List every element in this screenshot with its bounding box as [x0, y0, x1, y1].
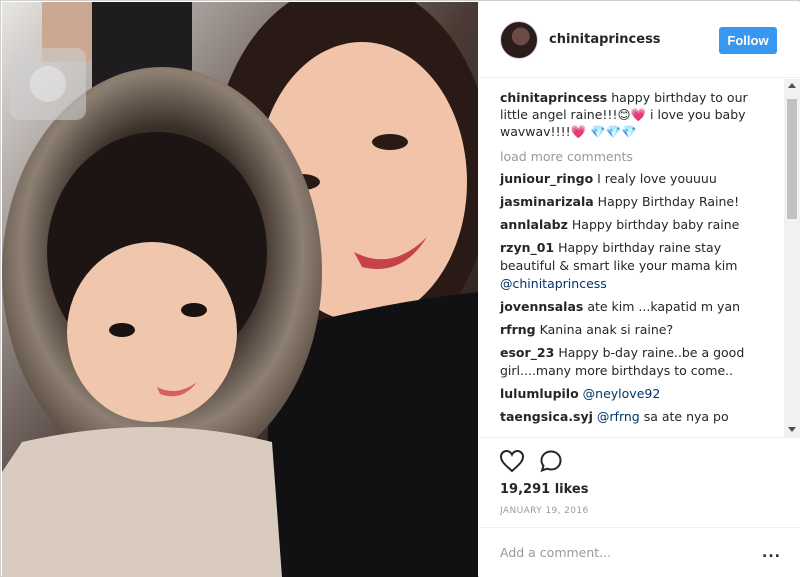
- post-header: chinitaprincess Follow: [479, 2, 800, 78]
- load-more-comments[interactable]: load more comments: [500, 149, 784, 165]
- caption-username[interactable]: chinitaprincess: [500, 90, 607, 105]
- comment-item: jasminarizala Happy Birthday Raine!: [500, 193, 770, 211]
- header-username[interactable]: chinitaprincess: [549, 32, 661, 47]
- comments-list[interactable]: chinitaprincess happy birthday to our li…: [479, 79, 784, 437]
- comment-text: Kanina anak si raine?: [539, 322, 674, 337]
- comment-mention[interactable]: @neylove92: [583, 386, 661, 401]
- avatar[interactable]: [500, 21, 538, 59]
- comment-username[interactable]: esor_23: [500, 345, 554, 360]
- comment-username[interactable]: rzyn_01: [500, 240, 554, 255]
- comment-username[interactable]: juniour_ringo: [500, 171, 593, 186]
- comment-item: taengsica.syj @rfrng sa ate nya po: [500, 408, 770, 426]
- comment-username[interactable]: taengsica.syj: [500, 409, 593, 424]
- scroll-thumb[interactable]: [787, 99, 797, 219]
- comment-text: Happy Birthday Raine!: [597, 194, 740, 209]
- comment-username[interactable]: jasminarizala: [500, 194, 594, 209]
- comment-item: annlalabz Happy birthday baby raine: [500, 216, 770, 234]
- overlay-dot-icon: [30, 66, 66, 102]
- more-options-icon[interactable]: ...: [762, 546, 781, 560]
- comment-item: esor_23 Happy b-day raine..be a good gir…: [500, 344, 770, 380]
- scroll-down-icon[interactable]: [788, 427, 796, 432]
- comment-mention[interactable]: @rfrng: [597, 409, 640, 424]
- follow-button[interactable]: Follow: [719, 27, 777, 54]
- post-date: JANUARY 19, 2016: [500, 506, 589, 516]
- photo-overlay-button[interactable]: [10, 48, 86, 120]
- comment-item: juniour_ringo I realy love youuuu: [500, 170, 770, 188]
- comment-username[interactable]: annlalabz: [500, 217, 568, 232]
- heart-icon[interactable]: [499, 449, 525, 473]
- add-comment-bar: ...: [479, 527, 800, 577]
- comment-username[interactable]: lulumlupilo: [500, 386, 579, 401]
- comment-item: rzyn_01 Happy birthday raine stay beauti…: [500, 239, 770, 293]
- comment-item: lulumlupilo @neylove92: [500, 385, 770, 403]
- likes-count[interactable]: 19,291 likes: [500, 482, 588, 497]
- scroll-up-icon[interactable]: [788, 83, 796, 88]
- comment-text: sa ate nya po: [639, 409, 729, 424]
- comment-icon[interactable]: [539, 449, 563, 473]
- comment-mention[interactable]: @chinitaprincess: [500, 276, 607, 291]
- comment-text: Happy birthday baby raine: [571, 217, 740, 232]
- post-sidebar: chinitaprincess Follow chinitaprincess h…: [479, 2, 800, 577]
- comments-scrollbar[interactable]: [784, 79, 800, 437]
- add-comment-input[interactable]: [500, 542, 740, 562]
- caption: chinitaprincess happy birthday to our li…: [500, 89, 765, 140]
- post-photo[interactable]: [2, 2, 478, 577]
- comment-text: ate kim ...kapatid m yan: [587, 299, 741, 314]
- comment-item: jovennsalas ate kim ...kapatid m yan: [500, 298, 770, 316]
- comment-username[interactable]: jovennsalas: [500, 299, 583, 314]
- post-window: chinitaprincess Follow chinitaprincess h…: [0, 0, 800, 577]
- comment-item: rfrng Kanina anak si raine?: [500, 321, 770, 339]
- comment-text: I realy love youuuu: [597, 171, 717, 186]
- post-actions: 19,291 likes JANUARY 19, 2016: [479, 437, 800, 527]
- comment-username[interactable]: rfrng: [500, 322, 536, 337]
